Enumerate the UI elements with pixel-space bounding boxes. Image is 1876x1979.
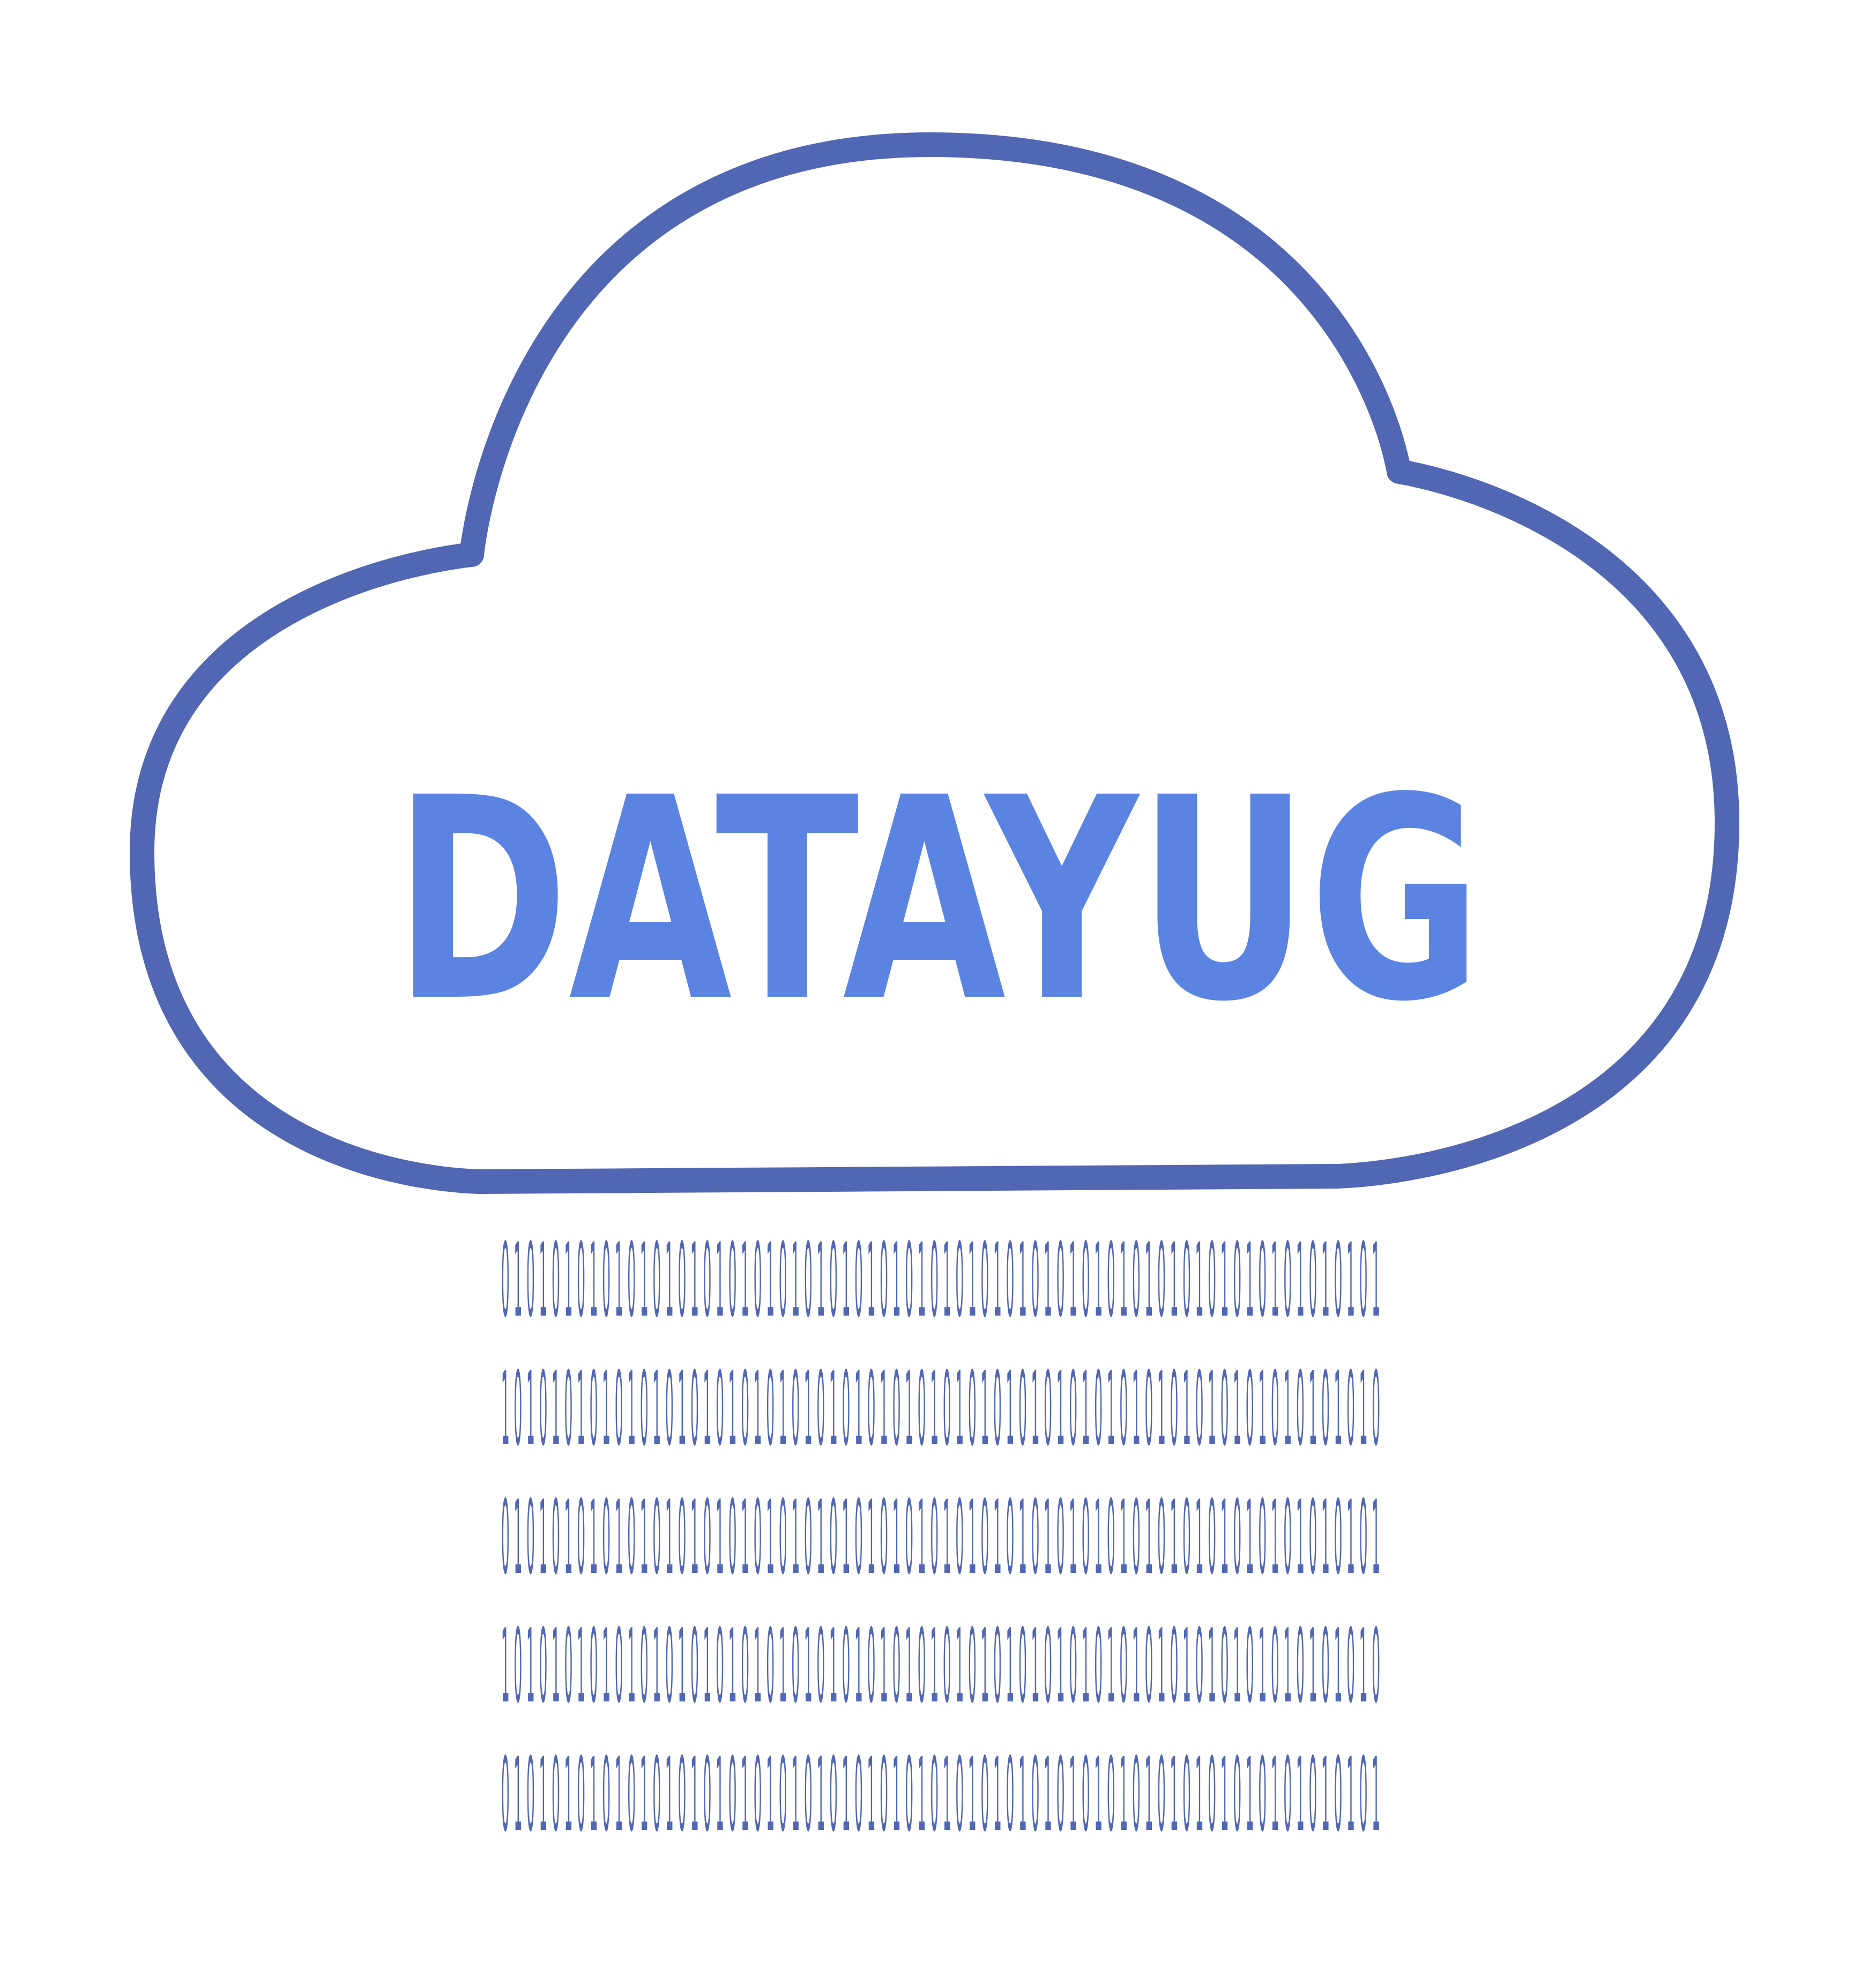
binary-row: 0 1 0 1 0 1 0 1 0 1 0 1 0 1 0 1 0 1 0 1 … <box>501 1736 1380 1854</box>
binary-row: 1 0 1 0 1 0 1 0 1 0 1 0 1 0 1 0 1 0 1 0 … <box>501 1350 1380 1468</box>
brand-name: DATAYUG <box>394 738 1482 1063</box>
binary-row: 1 0 1 0 1 0 1 0 1 0 1 0 1 0 1 0 1 0 1 0 … <box>501 1607 1380 1726</box>
binary-row: 0 1 0 1 0 1 0 1 0 1 0 1 0 1 0 1 0 1 0 1 … <box>501 1221 1380 1340</box>
binary-rain: 0 1 0 1 0 1 0 1 0 1 0 1 0 1 0 1 0 1 0 1 … <box>501 1221 1380 1854</box>
binary-row: 0 1 0 1 0 1 0 1 0 1 0 1 0 1 0 1 0 1 0 1 … <box>501 1478 1380 1597</box>
datayug-logo: DATAYUG 0 1 0 1 0 1 0 1 0 1 0 1 0 1 0 1 … <box>130 132 1739 1854</box>
